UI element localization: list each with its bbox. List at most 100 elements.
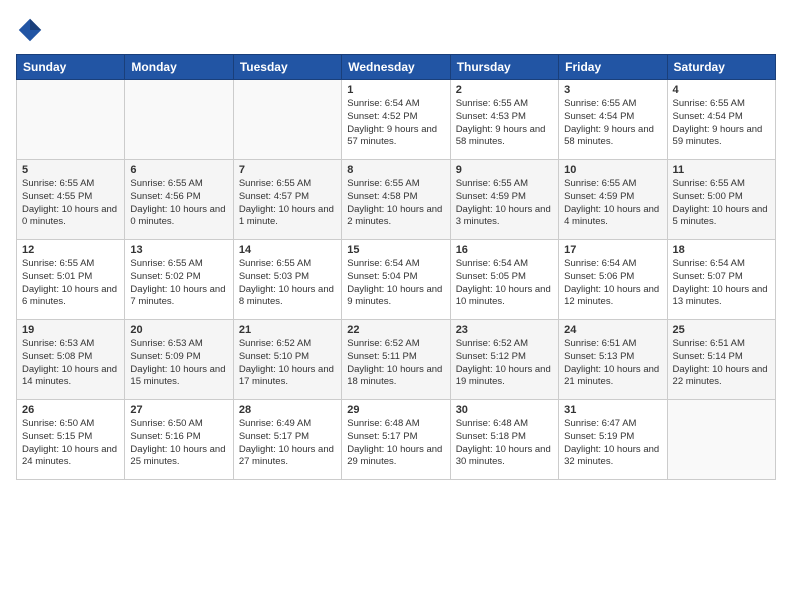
day-detail: Sunrise: 6:47 AMSunset: 5:19 PMDaylight:… xyxy=(564,418,661,469)
day-detail: Sunrise: 6:54 AMSunset: 5:07 PMDaylight:… xyxy=(673,258,770,309)
calendar-cell: 25 Sunrise: 6:51 AMSunset: 5:14 PMDayligh… xyxy=(667,320,775,400)
day-detail: Sunrise: 6:48 AMSunset: 5:17 PMDaylight:… xyxy=(347,418,444,469)
day-detail: Sunrise: 6:54 AMSunset: 4:52 PMDaylight:… xyxy=(347,98,444,149)
calendar-cell: 17Sunrise: 6:54 AMSunset: 5:06 PMDayligh… xyxy=(559,240,667,320)
calendar-cell: 10 Sunrise: 6:55 AMSunset: 4:59 PMDayligh… xyxy=(559,160,667,240)
day-number: 29 xyxy=(347,404,444,416)
calendar-cell: 6Sunrise: 6:55 AMSunset: 4:56 PMDaylight… xyxy=(125,160,233,240)
calendar-cell: 26 Sunrise: 6:50 AMSunset: 5:15 PMDayligh… xyxy=(17,400,125,480)
weekday-header: Monday xyxy=(125,55,233,80)
calendar-cell: 20 Sunrise: 6:53 AMSunset: 5:09 PMDayligh… xyxy=(125,320,233,400)
day-number: 24 xyxy=(564,324,661,336)
day-number: 4 xyxy=(673,84,770,96)
day-number: 3 xyxy=(564,84,661,96)
calendar-cell: 24 Sunrise: 6:51 AMSunset: 5:13 PMDayligh… xyxy=(559,320,667,400)
day-number: 19 xyxy=(22,324,119,336)
day-detail: Sunrise: 6:51 AMSunset: 5:14 PMDaylight:… xyxy=(673,338,770,389)
day-detail: Sunrise: 6:51 AMSunset: 5:13 PMDaylight:… xyxy=(564,338,661,389)
calendar-cell: 9 Sunrise: 6:55 AMSunset: 4:59 PMDaylight… xyxy=(450,160,558,240)
calendar-cell: 18 Sunrise: 6:54 AMSunset: 5:07 PMDayligh… xyxy=(667,240,775,320)
day-number: 18 xyxy=(673,244,770,256)
day-number: 1 xyxy=(347,84,444,96)
day-detail: Sunrise: 6:50 AMSunset: 5:16 PMDaylight:… xyxy=(130,418,227,469)
day-number: 16 xyxy=(456,244,553,256)
page-header xyxy=(16,16,776,44)
calendar-cell: 4Sunrise: 6:55 AMSunset: 4:54 PMDaylight… xyxy=(667,80,775,160)
day-detail: Sunrise: 6:55 AMSunset: 5:01 PMDaylight:… xyxy=(22,258,119,309)
day-detail: Sunrise: 6:55 AMSunset: 4:59 PMDaylight:… xyxy=(456,178,553,229)
calendar-cell: 7Sunrise: 6:55 AMSunset: 4:57 PMDaylight… xyxy=(233,160,341,240)
calendar-cell xyxy=(17,80,125,160)
calendar-cell xyxy=(233,80,341,160)
day-detail: Sunrise: 6:55 AMSunset: 4:59 PMDaylight:… xyxy=(564,178,661,229)
day-number: 14 xyxy=(239,244,336,256)
day-detail: Sunrise: 6:50 AMSunset: 5:15 PMDaylight:… xyxy=(22,418,119,469)
day-detail: Sunrise: 6:55 AMSunset: 5:00 PMDaylight:… xyxy=(673,178,770,229)
day-number: 30 xyxy=(456,404,553,416)
day-number: 27 xyxy=(130,404,227,416)
day-detail: Sunrise: 6:55 AMSunset: 4:58 PMDaylight:… xyxy=(347,178,444,229)
day-number: 20 xyxy=(130,324,227,336)
day-number: 9 xyxy=(456,164,553,176)
day-detail: Sunrise: 6:49 AMSunset: 5:17 PMDaylight:… xyxy=(239,418,336,469)
calendar-cell: 11 Sunrise: 6:55 AMSunset: 5:00 PMDayligh… xyxy=(667,160,775,240)
calendar-cell: 27 Sunrise: 6:50 AMSunset: 5:16 PMDayligh… xyxy=(125,400,233,480)
weekday-header: Thursday xyxy=(450,55,558,80)
day-detail: Sunrise: 6:48 AMSunset: 5:18 PMDaylight:… xyxy=(456,418,553,469)
weekday-header: Tuesday xyxy=(233,55,341,80)
calendar-cell: 21 Sunrise: 6:52 AMSunset: 5:10 PMDayligh… xyxy=(233,320,341,400)
weekday-header: Friday xyxy=(559,55,667,80)
calendar-cell: 22 Sunrise: 6:52 AMSunset: 5:11 PMDayligh… xyxy=(342,320,450,400)
day-detail: Sunrise: 6:55 AMSunset: 4:56 PMDaylight:… xyxy=(130,178,227,229)
calendar-cell: 16Sunrise: 6:54 AMSunset: 5:05 PMDayligh… xyxy=(450,240,558,320)
day-detail: Sunrise: 6:54 AMSunset: 5:04 PMDaylight:… xyxy=(347,258,444,309)
day-number: 7 xyxy=(239,164,336,176)
logo-icon xyxy=(16,16,44,44)
day-detail: Sunrise: 6:52 AMSunset: 5:12 PMDaylight:… xyxy=(456,338,553,389)
calendar-cell: 8 Sunrise: 6:55 AMSunset: 4:58 PMDaylight… xyxy=(342,160,450,240)
calendar-week-row: 5 Sunrise: 6:55 AMSunset: 4:55 PMDaylight… xyxy=(17,160,776,240)
calendar-cell: 29 Sunrise: 6:48 AMSunset: 5:17 PMDayligh… xyxy=(342,400,450,480)
weekday-header-row: SundayMondayTuesdayWednesdayThursdayFrid… xyxy=(17,55,776,80)
day-detail: Sunrise: 6:55 AMSunset: 5:03 PMDaylight:… xyxy=(239,258,336,309)
calendar-cell: 19 Sunrise: 6:53 AMSunset: 5:08 PMDayligh… xyxy=(17,320,125,400)
day-number: 11 xyxy=(673,164,770,176)
day-number: 5 xyxy=(22,164,119,176)
day-detail: Sunrise: 6:53 AMSunset: 5:09 PMDaylight:… xyxy=(130,338,227,389)
calendar-cell: 23 Sunrise: 6:52 AMSunset: 5:12 PMDayligh… xyxy=(450,320,558,400)
calendar-cell: 2Sunrise: 6:55 AMSunset: 4:53 PMDaylight… xyxy=(450,80,558,160)
day-number: 21 xyxy=(239,324,336,336)
calendar-week-row: 12 Sunrise: 6:55 AMSunset: 5:01 PMDayligh… xyxy=(17,240,776,320)
weekday-header: Saturday xyxy=(667,55,775,80)
calendar-table: SundayMondayTuesdayWednesdayThursdayFrid… xyxy=(16,54,776,480)
day-detail: Sunrise: 6:55 AMSunset: 4:55 PMDaylight:… xyxy=(22,178,119,229)
weekday-header: Sunday xyxy=(17,55,125,80)
day-number: 15 xyxy=(347,244,444,256)
day-number: 8 xyxy=(347,164,444,176)
day-number: 17 xyxy=(564,244,661,256)
day-number: 28 xyxy=(239,404,336,416)
calendar-cell: 13Sunrise: 6:55 AMSunset: 5:02 PMDayligh… xyxy=(125,240,233,320)
day-number: 25 xyxy=(673,324,770,336)
day-number: 26 xyxy=(22,404,119,416)
calendar-cell: 1 Sunrise: 6:54 AMSunset: 4:52 PMDaylight… xyxy=(342,80,450,160)
calendar-cell: 15 Sunrise: 6:54 AMSunset: 5:04 PMDayligh… xyxy=(342,240,450,320)
day-number: 22 xyxy=(347,324,444,336)
day-number: 23 xyxy=(456,324,553,336)
calendar-cell: 5 Sunrise: 6:55 AMSunset: 4:55 PMDaylight… xyxy=(17,160,125,240)
weekday-header: Wednesday xyxy=(342,55,450,80)
day-number: 10 xyxy=(564,164,661,176)
calendar-cell xyxy=(667,400,775,480)
calendar-week-row: 1 Sunrise: 6:54 AMSunset: 4:52 PMDaylight… xyxy=(17,80,776,160)
day-number: 31 xyxy=(564,404,661,416)
logo xyxy=(16,16,48,44)
day-detail: Sunrise: 6:52 AMSunset: 5:10 PMDaylight:… xyxy=(239,338,336,389)
day-number: 12 xyxy=(22,244,119,256)
day-detail: Sunrise: 6:53 AMSunset: 5:08 PMDaylight:… xyxy=(22,338,119,389)
day-detail: Sunrise: 6:55 AMSunset: 5:02 PMDaylight:… xyxy=(130,258,227,309)
day-detail: Sunrise: 6:52 AMSunset: 5:11 PMDaylight:… xyxy=(347,338,444,389)
calendar-cell: 31 Sunrise: 6:47 AMSunset: 5:19 PMDayligh… xyxy=(559,400,667,480)
day-detail: Sunrise: 6:55 AMSunset: 4:54 PMDaylight:… xyxy=(564,98,661,149)
calendar-cell xyxy=(125,80,233,160)
day-number: 2 xyxy=(456,84,553,96)
